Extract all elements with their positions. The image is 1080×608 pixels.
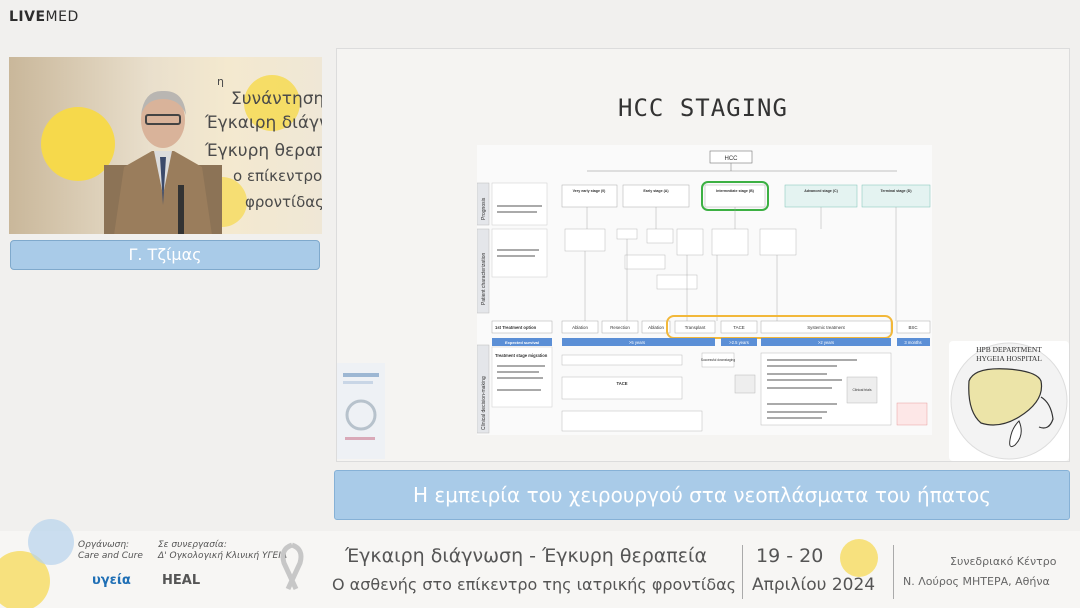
treatment-transplant: Transplant bbox=[685, 325, 706, 330]
venue-name: Συνεδριακό Κέντρο bbox=[950, 555, 1057, 568]
decor-circle bbox=[840, 539, 878, 577]
event-footer: Οργάνωση: Care and Cure Σε συνεργασία: Δ… bbox=[0, 519, 1080, 608]
divider bbox=[742, 545, 743, 599]
slide-thumbnail bbox=[337, 363, 385, 459]
treatment-tace: TACE bbox=[733, 325, 744, 330]
stage-d: Terminal stage (D) bbox=[880, 189, 912, 193]
backdrop-text: φροντίδας bbox=[245, 193, 322, 211]
left-label-patient: Patient characterization bbox=[481, 253, 487, 305]
clinical-trials-box: Clinical trials bbox=[852, 388, 871, 392]
left-label-clinical: Clinical decision-making bbox=[481, 376, 487, 430]
treatment-systemic: Systemic treatment bbox=[807, 325, 845, 330]
treatment-resection: Resection bbox=[610, 325, 630, 330]
backdrop-text: Συνάντηση bbox=[231, 89, 322, 109]
liver-icon: HPB DEPARTMENT HYGEIA HOSPITAL bbox=[950, 342, 1068, 460]
survival-label: Expected survival bbox=[505, 340, 539, 345]
root-node: HCC bbox=[725, 156, 739, 162]
bclc-staging-diagram: Prognosis Patient characterization Clini… bbox=[477, 145, 932, 435]
stage-b: Intermediate stage (B) bbox=[716, 189, 755, 193]
hpb-line2: HYGEIA HOSPITAL bbox=[976, 354, 1042, 363]
ribbon-icon bbox=[262, 539, 322, 603]
treatment-row-label: 1st Treatment option bbox=[495, 325, 537, 330]
treatment-ablation-2: Ablation bbox=[648, 325, 664, 330]
event-dates: 19 - 20 bbox=[756, 545, 824, 567]
downstaging-box: Successful downstaging bbox=[701, 358, 735, 362]
treatment-ablation-1: Ablation bbox=[572, 325, 588, 330]
organizer-block: Οργάνωση: Care and Cure bbox=[78, 540, 143, 561]
backdrop-text: Έγκαιρη διάγνωση - bbox=[205, 113, 322, 133]
event-subtitle: Ο ασθενής στο επίκεντρο της ιατρικής φρο… bbox=[332, 575, 737, 594]
survival-5y: >5 years bbox=[629, 340, 645, 345]
migration-label: Treatment stage migration bbox=[495, 353, 548, 358]
hpb-department-logo: HPB DEPARTMENT HYGEIA HOSPITAL bbox=[949, 341, 1069, 461]
speaker-video: η Συνάντηση Έγκαιρη διάγνωση - Έγκυρη θε… bbox=[9, 57, 322, 234]
talk-title-caption: Η εμπειρία του χειρουργού στα νεοπλάσματ… bbox=[334, 470, 1070, 520]
stage-c: Advanced stage (C) bbox=[804, 189, 838, 193]
treatment-bsc: BSC bbox=[908, 325, 917, 330]
event-title: Έγκαιρη διάγνωση - Έγκυρη θεραπεία bbox=[345, 545, 707, 567]
speaker-name-bar: Γ. Τζίμας bbox=[10, 240, 320, 270]
hygeia-logo: υγεία bbox=[92, 573, 131, 588]
stage-a: Early stage (A) bbox=[643, 189, 669, 193]
heal-logo: HEAL bbox=[162, 573, 201, 588]
left-label-prognosis: Prognosis bbox=[481, 197, 487, 220]
backdrop-text: ο επίκεντρο bbox=[233, 167, 322, 185]
hpb-line1: HPB DEPARTMENT bbox=[976, 345, 1042, 354]
event-month-year: Απριλίου 2024 bbox=[752, 575, 876, 595]
decor-circle bbox=[28, 519, 74, 565]
backdrop-text: Έγκυρη θεραπεία bbox=[205, 141, 322, 161]
survival-2-5y: >2.5 years bbox=[729, 340, 749, 345]
survival-2y: >2 years bbox=[818, 340, 834, 345]
survival-3m: 3 months bbox=[904, 340, 921, 345]
slide-title: HCC STAGING bbox=[618, 94, 788, 122]
tace-box: TACE bbox=[616, 381, 627, 386]
stage-0: Very early stage (0) bbox=[573, 189, 607, 193]
venue-location: Ν. Λούρος ΜΗΤΕΡΑ, Αθήνα bbox=[903, 575, 1050, 588]
presentation-slide: HCC STAGING Prognosis Patient characteri… bbox=[336, 48, 1070, 462]
livemed-logo: LIVEMED bbox=[9, 9, 79, 25]
speaker-figure bbox=[104, 90, 222, 234]
divider bbox=[893, 545, 894, 599]
